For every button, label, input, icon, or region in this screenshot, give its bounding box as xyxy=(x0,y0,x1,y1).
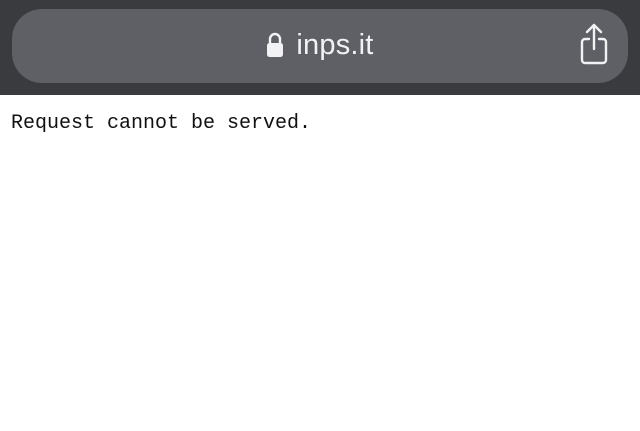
url-text: inps.it xyxy=(296,28,374,61)
share-icon[interactable] xyxy=(580,22,608,66)
lock-icon xyxy=(266,32,284,58)
address-bar[interactable]: inps.it xyxy=(12,9,628,83)
url-display[interactable]: inps.it xyxy=(266,29,373,62)
browser-toolbar: inps.it xyxy=(0,0,640,95)
error-message: Request cannot be served. xyxy=(11,112,312,135)
page-content: Request cannot be served. xyxy=(0,95,640,431)
